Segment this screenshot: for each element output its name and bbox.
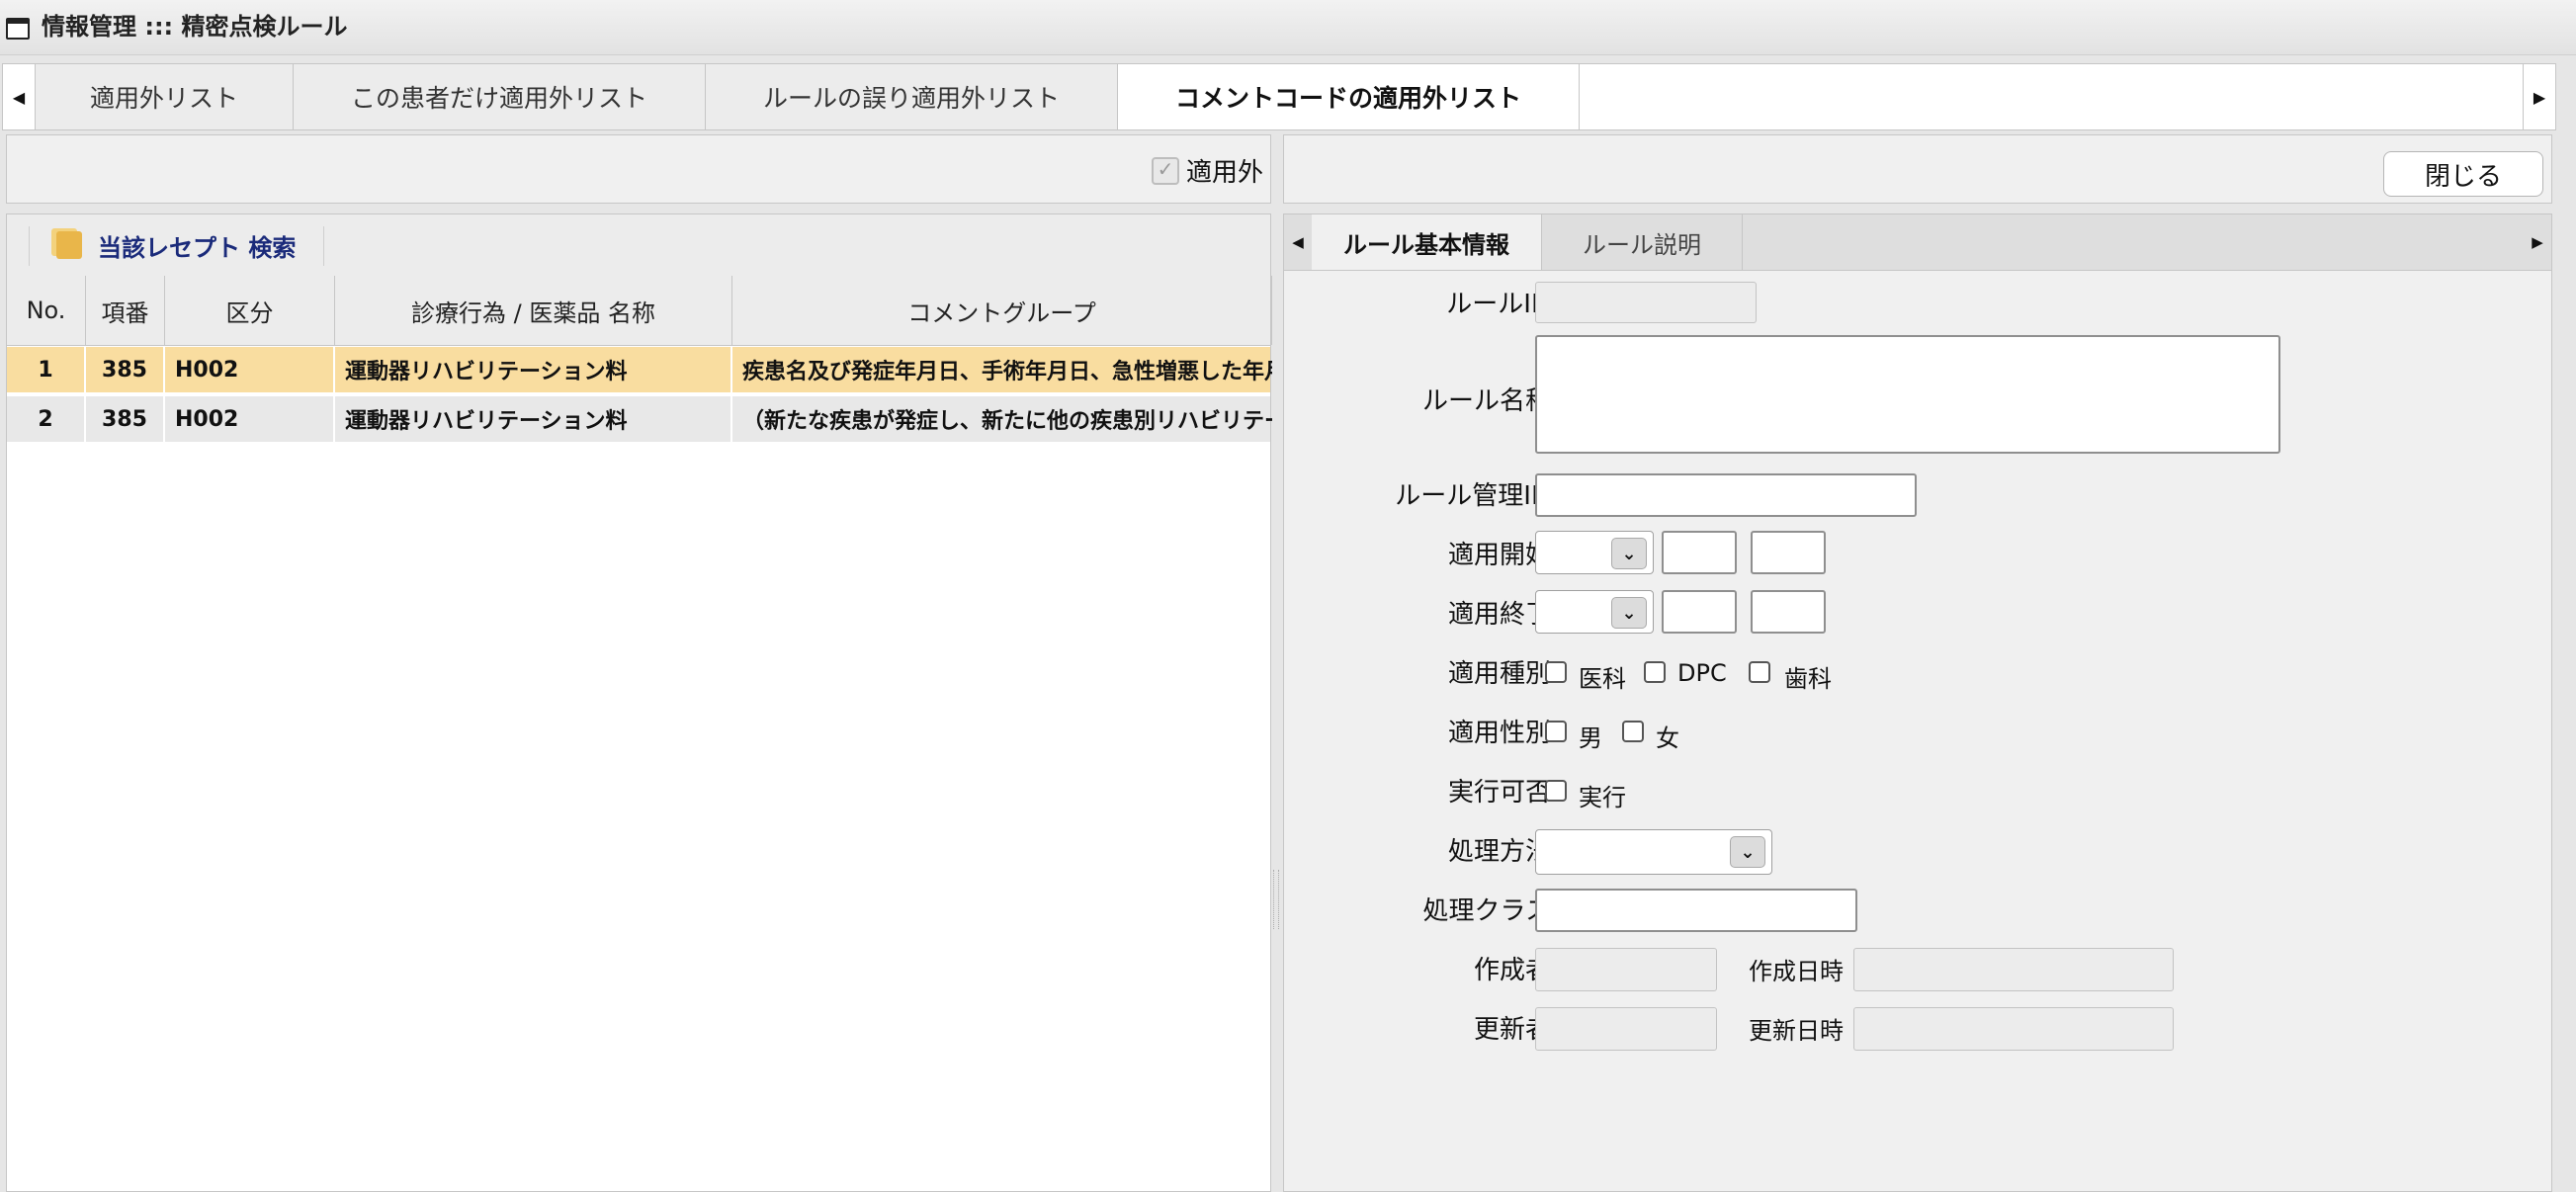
creator-label: 作成者 <box>1473 956 1551 985</box>
end-day-field[interactable] <box>1751 590 1826 634</box>
rule-name-textarea[interactable] <box>1535 335 2280 454</box>
cell-kubun: H002 <box>165 396 335 442</box>
left-toolbar: ✓ 適用外 <box>6 134 1271 204</box>
window-icon <box>6 18 30 40</box>
chevron-down-icon: ⌄ <box>1611 597 1647 629</box>
col-header-name[interactable]: 診療行為 / 医薬品 名称 <box>335 276 732 345</box>
exec-checkbox[interactable] <box>1545 780 1567 802</box>
cell-kubun: H002 <box>165 347 335 392</box>
col-header-item[interactable]: 項番 <box>86 276 165 345</box>
start-month-field[interactable] <box>1662 531 1737 574</box>
tab-label: コメントコードの適用外リスト <box>1174 84 1521 113</box>
updater-label: 更新者 <box>1473 1015 1551 1045</box>
created-at-label: 作成日時 <box>1749 958 1844 985</box>
chevron-down-icon: ⌄ <box>1611 538 1647 569</box>
cell-name: 運動器リハビリテーション料 <box>335 347 732 392</box>
subtab-scroll-left-icon[interactable]: ◀ <box>1284 214 1312 270</box>
class-label: 処理クラス <box>1422 896 1551 926</box>
creator-field <box>1535 948 1717 991</box>
start-era-select[interactable]: ⌄ <box>1535 531 1654 574</box>
start-date-label: 適用開始 <box>1447 541 1551 570</box>
panel-splitter[interactable] <box>1273 870 1279 929</box>
table-row[interactable]: 2 385 H002 運動器リハビリテーション料 （新たな疾患が発症し、新たに他… <box>7 396 1272 442</box>
exec-label: 実行可否 <box>1447 778 1551 808</box>
rule-mgmt-id-field[interactable] <box>1535 473 1917 517</box>
exec-option-label: 実行 <box>1579 784 1626 811</box>
type-dpc-checkbox[interactable] <box>1644 661 1666 683</box>
cell-no: 1 <box>7 347 86 392</box>
col-header-no[interactable]: No. <box>7 276 86 345</box>
end-era-select[interactable]: ⌄ <box>1535 590 1654 634</box>
updater-field <box>1535 1007 1717 1051</box>
tab-label: ルールの誤り適用外リスト <box>762 84 1060 113</box>
end-month-field[interactable] <box>1662 590 1737 634</box>
cell-comment-group: （新たな疾患が発症し、新たに他の疾患別リハビリテーション <box>742 409 1272 434</box>
tab-label: ルール基本情報 <box>1343 230 1509 259</box>
type-medical-label: 医科 <box>1579 665 1626 693</box>
tab-label: 適用外リスト <box>89 84 238 113</box>
updated-at-label: 更新日時 <box>1749 1017 1844 1045</box>
detail-tab-bar: ◀ ルール基本情報 ルール説明 ▶ <box>1284 214 2551 271</box>
updated-at-field <box>1853 1007 2174 1051</box>
window-titlebar: 情報管理 ::: 精密点検ルール <box>0 0 2576 55</box>
method-label: 処理方法 <box>1447 837 1551 867</box>
subtab-scroll-right-icon[interactable]: ▶ <box>2524 214 2551 270</box>
grid-header: No. 項番 区分 診療行為 / 医薬品 名称 コメントグループ <box>7 276 1272 346</box>
receipt-grid-panel: 当該レセプト 検索 No. 項番 区分 診療行為 / 医薬品 名称 コメントグル… <box>6 213 1272 1192</box>
tab-rule-description[interactable]: ルール説明 <box>1542 214 1743 270</box>
right-toolbar: 閉じる <box>1283 134 2552 204</box>
cell-name: 運動器リハビリテーション料 <box>335 396 732 442</box>
cell-no: 2 <box>7 396 86 442</box>
receipt-search-button[interactable]: 当該レセプト 検索 <box>98 228 296 263</box>
tab-label: ルール説明 <box>1583 230 1701 259</box>
col-header-kubun[interactable]: 区分 <box>165 276 335 345</box>
gender-label: 適用性別 <box>1447 719 1551 748</box>
tab-label: この患者だけ適用外リスト <box>350 84 647 113</box>
type-dental-checkbox[interactable] <box>1749 661 1770 683</box>
close-button[interactable]: 閉じる <box>2383 151 2543 197</box>
toolbar-divider <box>323 226 324 266</box>
rule-mgmt-id-label: ルール管理ID <box>1395 481 1551 511</box>
rule-detail-panel: ◀ ルール基本情報 ルール説明 ▶ ルールID ルール名称 ルール管理ID 適用… <box>1283 213 2552 1192</box>
type-medical-checkbox[interactable] <box>1545 661 1567 683</box>
gender-male-checkbox[interactable] <box>1545 721 1567 742</box>
tekiyogai-checkbox-label: 適用外 <box>1186 158 1264 188</box>
gender-female-checkbox[interactable] <box>1622 721 1644 742</box>
tab-tekiyogai-list[interactable]: 適用外リスト <box>36 64 294 129</box>
rule-id-field <box>1535 282 1757 323</box>
rule-name-label: ルール名称 <box>1421 386 1551 416</box>
col-header-comment-group[interactable]: コメントグループ <box>732 276 1272 345</box>
type-dental-label: 歯科 <box>1784 665 1832 693</box>
top-tab-bar: ◀ 適用外リスト この患者だけ適用外リスト ルールの誤り適用外リスト コメントコ… <box>2 63 2556 130</box>
search-toolbar: 当該レセプト 検索 <box>7 214 1270 277</box>
type-label: 適用種別 <box>1447 659 1551 689</box>
class-field[interactable] <box>1535 889 1857 932</box>
rule-id-label: ルールID <box>1446 290 1551 319</box>
tab-patient-only-list[interactable]: この患者だけ適用外リスト <box>294 64 706 129</box>
type-dpc-label: DPC <box>1677 659 1727 687</box>
start-day-field[interactable] <box>1751 531 1826 574</box>
toolbar-divider <box>29 226 30 266</box>
gender-female-label: 女 <box>1656 724 1679 752</box>
window-title: 情報管理 ::: 精密点検ルール <box>42 13 348 41</box>
folder-icon[interactable] <box>56 231 82 259</box>
created-at-field <box>1853 948 2174 991</box>
end-date-label: 適用終了 <box>1447 600 1551 630</box>
chevron-down-icon: ⌄ <box>1730 836 1765 868</box>
tab-scroll-left-icon[interactable]: ◀ <box>3 64 36 129</box>
tab-rule-basic-info[interactable]: ルール基本情報 <box>1312 214 1542 270</box>
method-select[interactable]: ⌄ <box>1535 829 1772 875</box>
tab-comment-code-list[interactable]: コメントコードの適用外リスト <box>1118 64 1580 129</box>
tab-scroll-right-icon[interactable]: ▶ <box>2523 64 2555 129</box>
cell-item: 385 <box>86 396 165 442</box>
gender-male-label: 男 <box>1579 724 1602 752</box>
table-row[interactable]: 1 385 H002 運動器リハビリテーション料 疾患名及び発症年月日、手術年月… <box>7 347 1272 392</box>
cell-item: 385 <box>86 347 165 392</box>
tekiyogai-checkbox[interactable]: ✓ <box>1152 157 1179 185</box>
cell-comment-group: 疾患名及び発症年月日、手術年月日、急性増悪した年月日 <box>742 360 1272 384</box>
tab-rule-error-list[interactable]: ルールの誤り適用外リスト <box>706 64 1118 129</box>
